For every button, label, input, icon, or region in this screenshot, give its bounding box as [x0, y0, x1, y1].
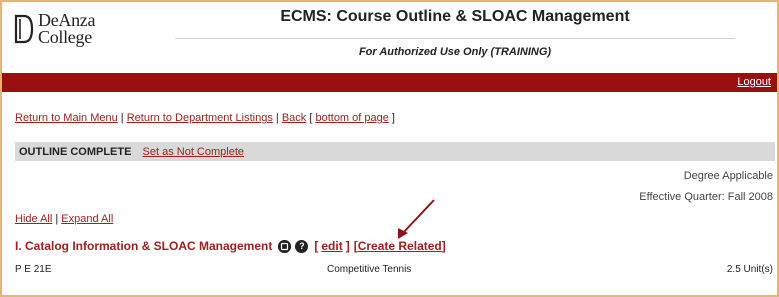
- clipboard-icon: [278, 239, 292, 253]
- main-menu-link[interactable]: Return to Main Menu: [15, 112, 118, 124]
- help-icon[interactable]: ?: [295, 239, 309, 253]
- create-related-link[interactable]: Create Related: [358, 239, 442, 253]
- bracket-close: ]: [388, 112, 395, 124]
- logout-link[interactable]: Logout: [737, 76, 771, 88]
- app-subtitle: For Authorized Use Only (TRAINING): [358, 46, 552, 58]
- department-listings-link[interactable]: Return to Department Listings: [127, 112, 273, 124]
- nav-separator: |: [272, 112, 282, 124]
- college-logo: DeAnza College: [14, 10, 124, 50]
- course-units: 2.5 Unit(s): [726, 264, 773, 275]
- navigation-links: Return to Main Menu | Return to Departme…: [15, 112, 395, 124]
- edit-bracket-close: ]: [345, 239, 350, 253]
- hide-all-link[interactable]: Hide All: [15, 213, 52, 225]
- effective-quarter: Effective Quarter: Fall 2008: [639, 191, 773, 203]
- title-divider: [175, 38, 735, 39]
- logo-mark-icon: [14, 14, 34, 44]
- nav-separator: |: [117, 112, 127, 124]
- edit-link[interactable]: edit: [321, 239, 342, 253]
- logo-text: DeAnza College: [38, 11, 95, 47]
- outline-status-bar: OUTLINE COMPLETE Set as Not Complete: [15, 142, 775, 161]
- top-bar: Logout: [2, 73, 777, 92]
- course-name: Competitive Tennis: [327, 264, 412, 275]
- bottom-of-page-link[interactable]: bottom of page: [315, 112, 388, 124]
- edit-bracket-open: [: [314, 239, 319, 253]
- section-heading: I. Catalog Information & SLOAC Managemen…: [15, 239, 446, 253]
- app-title: ECMS: Course Outline & SLOAC Management: [280, 8, 630, 25]
- expand-all-link[interactable]: Expand All: [61, 213, 113, 225]
- back-link[interactable]: Back: [282, 112, 306, 124]
- status-label: OUTLINE COMPLETE: [19, 146, 132, 158]
- toggle-separator: |: [52, 213, 62, 225]
- visibility-toggles: Hide All | Expand All: [15, 213, 113, 225]
- degree-applicable: Degree Applicable: [683, 170, 773, 182]
- create-bracket-close: ]: [441, 239, 446, 253]
- section-title: I. Catalog Information & SLOAC Managemen…: [15, 239, 273, 253]
- logo-line2: College: [38, 27, 92, 47]
- set-not-complete-link[interactable]: Set as Not Complete: [143, 146, 245, 158]
- info-icon[interactable]: [278, 239, 292, 253]
- course-code: P E 21E: [15, 264, 52, 275]
